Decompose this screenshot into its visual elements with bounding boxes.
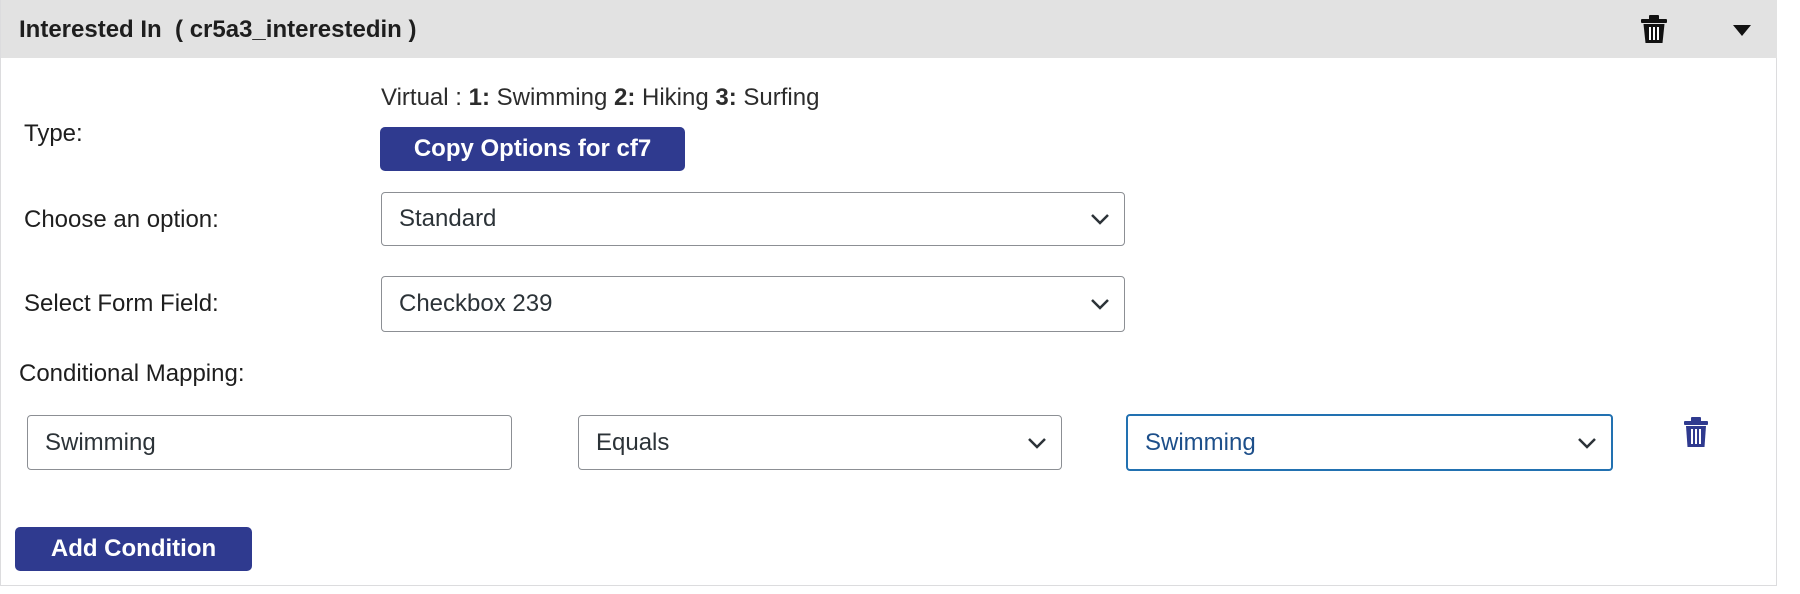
add-condition-button[interactable]: Add Condition (15, 527, 252, 571)
form-field-select[interactable]: Checkbox 239 (381, 276, 1125, 332)
choose-option-label: Choose an option: (24, 206, 219, 233)
trash-icon[interactable] (1683, 416, 1709, 448)
trash-icon[interactable] (1641, 14, 1667, 44)
mapping-panel: Interested In ( cr5a3_interestedin ) Typ… (0, 0, 1777, 586)
panel-title: Interested In ( cr5a3_interestedin ) (19, 16, 417, 43)
chevron-down-icon (1091, 214, 1109, 225)
panel-header[interactable]: Interested In ( cr5a3_interestedin ) (1, 0, 1777, 58)
condition-operator-value: Equals (596, 428, 670, 456)
options-hint: Virtual : 1: Swimming 2: Hiking 3: Surfi… (381, 84, 819, 112)
hint-prefix: Virtual : (381, 84, 469, 111)
option-number: 2: (613, 84, 636, 111)
conditional-mapping-label: Conditional Mapping: (19, 360, 245, 387)
chevron-down-icon (1091, 299, 1109, 310)
caret-down-icon[interactable] (1731, 20, 1753, 40)
chevron-down-icon (1578, 437, 1596, 449)
condition-operator-select[interactable]: Equals (578, 415, 1062, 470)
condition-target-select[interactable]: Swimming (1126, 414, 1613, 471)
option-text: Swimming (489, 84, 614, 111)
condition-value-input[interactable]: Swimming (27, 415, 512, 470)
form-field-label: Select Form Field: (24, 290, 219, 317)
form-field-select-value: Checkbox 239 (399, 290, 553, 317)
option-text: Surfing (736, 84, 820, 111)
option-select-value: Standard (399, 205, 497, 232)
option-text: Hiking (635, 84, 716, 111)
condition-target-value: Swimming (1145, 428, 1256, 456)
chevron-down-icon (1028, 437, 1046, 449)
option-number: 1: (468, 84, 490, 111)
condition-value-text: Swimming (45, 428, 156, 456)
copy-options-button[interactable]: Copy Options for cf7 (380, 127, 685, 171)
option-number: 3: (715, 84, 737, 111)
type-label: Type: (24, 120, 83, 147)
option-select[interactable]: Standard (381, 192, 1125, 246)
